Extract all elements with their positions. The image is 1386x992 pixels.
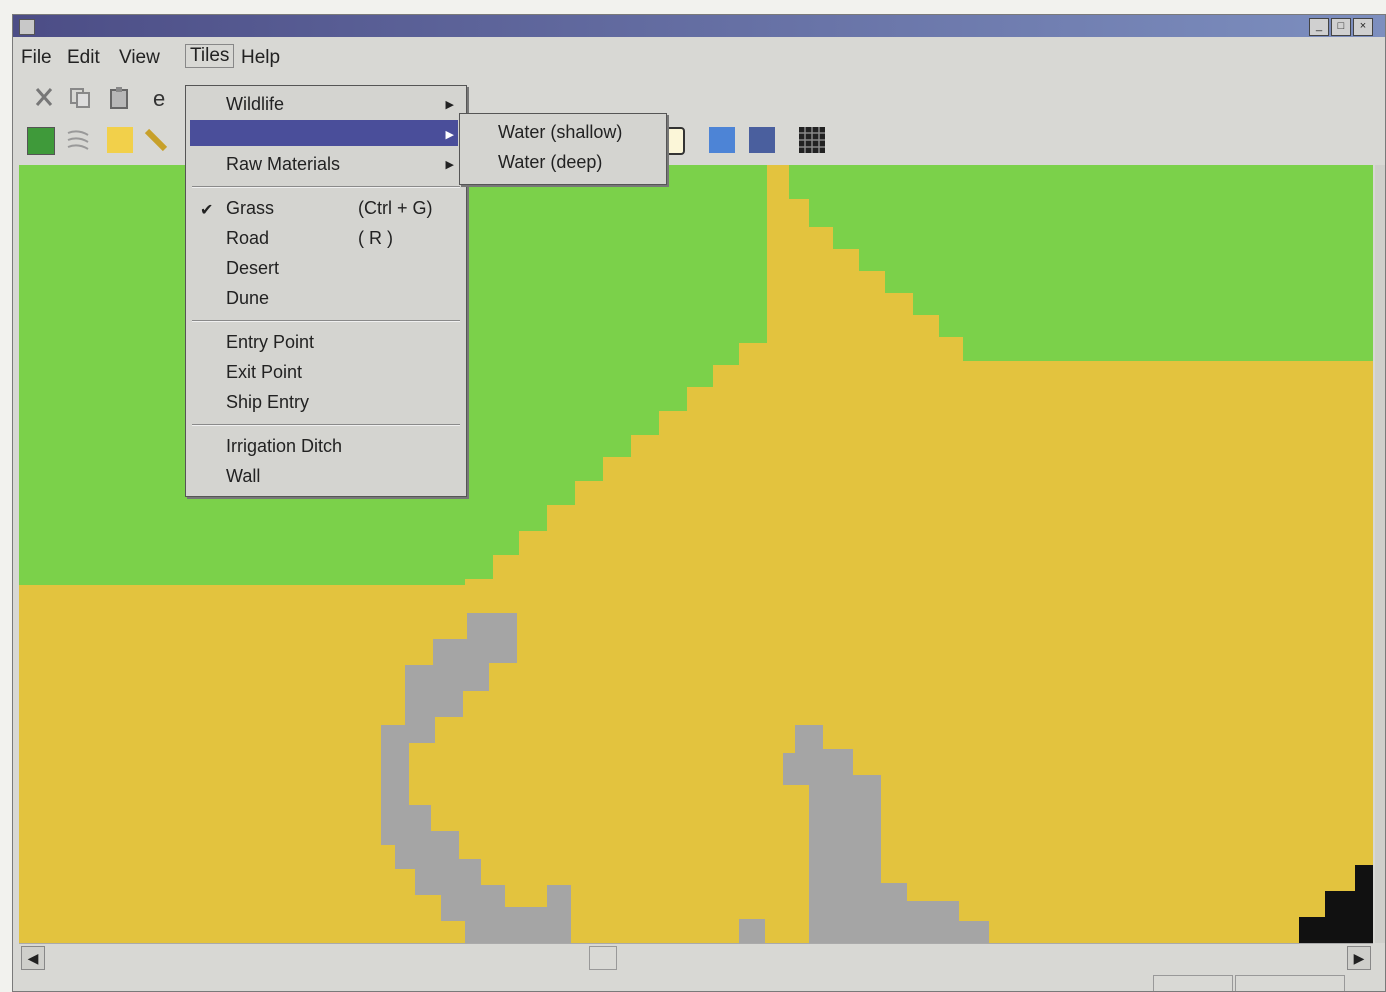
print-icon[interactable]: e — [149, 85, 175, 111]
copy-icon[interactable] — [67, 85, 93, 111]
scroll-thumb[interactable] — [589, 946, 617, 970]
menu-help[interactable]: Help — [241, 47, 280, 69]
menu-item-exit-point[interactable]: Exit Point — [226, 362, 302, 383]
menu-item-entry-point[interactable]: Entry Point — [226, 332, 314, 353]
svg-text:e: e — [153, 86, 165, 111]
status-tile — [1235, 975, 1345, 991]
wall-tile-icon[interactable] — [799, 127, 825, 153]
status-layer — [1153, 975, 1233, 991]
maximize-icon[interactable]: □ — [1331, 18, 1351, 36]
menu-item-raw-materials[interactable]: Raw Materials — [226, 154, 340, 175]
menu-separator — [192, 424, 460, 426]
vertical-scrollbar[interactable] — [1375, 165, 1385, 943]
paste-icon[interactable] — [107, 85, 133, 111]
app-icon — [19, 19, 35, 35]
scroll-left-icon[interactable]: ◀ — [21, 946, 45, 970]
menu-view[interactable]: View — [119, 47, 160, 69]
submenu-arrow-icon: ▶ — [445, 99, 454, 111]
editor-window: _ □ × File Edit View Tiles Help e ◀ ▶ Wi… — [12, 14, 1386, 992]
deep-water-tile-icon[interactable] — [749, 127, 775, 153]
rock-tile — [739, 919, 765, 943]
pencil-icon[interactable] — [143, 127, 169, 153]
menu-tiles[interactable]: Tiles — [185, 44, 235, 68]
menu-item-ship-entry[interactable]: Ship Entry — [226, 392, 309, 413]
shallow-water-tile-icon[interactable] — [709, 127, 735, 153]
submenu-arrow-icon: ▶ — [445, 159, 454, 171]
menu-item-irrigation-ditch[interactable]: Irrigation Ditch — [226, 436, 342, 457]
menu-item-road[interactable]: Road — [226, 228, 269, 249]
check-icon: ✔ — [200, 202, 214, 219]
menu-separator — [192, 320, 460, 322]
menu-item-dune[interactable]: Dune — [226, 288, 269, 309]
tiles-dropdown-menu: Wildlife ▶ ▶ Raw Materials ▶ ✔ Grass (Ct… — [185, 85, 467, 497]
menu-item-water-shallow[interactable]: Water (shallow) — [498, 122, 622, 143]
menu-edit[interactable]: Edit — [67, 47, 100, 69]
road-tile-icon[interactable] — [65, 127, 91, 153]
status-bar — [13, 973, 1385, 991]
shortcut-road: ( R ) — [358, 228, 393, 248]
menu-item-wall[interactable]: Wall — [226, 466, 260, 487]
cut-icon[interactable] — [31, 85, 57, 111]
grass-tile-icon[interactable] — [27, 127, 55, 155]
submenu-arrow-icon: ▶ — [445, 129, 454, 141]
horizontal-scrollbar[interactable]: ◀ ▶ — [19, 943, 1373, 970]
menu-item-water-deep[interactable]: Water (deep) — [498, 152, 602, 173]
menu-item-desert[interactable]: Desert — [226, 258, 279, 279]
menu-item-wildlife[interactable]: Wildlife — [226, 94, 284, 115]
shortcut-grass: (Ctrl + G) — [358, 198, 433, 218]
water-submenu: Water (shallow) Water (deep) — [459, 113, 667, 185]
desert-tile-icon[interactable] — [107, 127, 133, 153]
title-bar: _ □ × — [13, 15, 1385, 37]
close-icon[interactable]: × — [1353, 18, 1373, 36]
minimize-icon[interactable]: _ — [1309, 18, 1329, 36]
menu-file[interactable]: File — [21, 47, 52, 69]
menu-item-water-highlight — [190, 120, 458, 146]
menu-bar: File Edit View Tiles Help — [13, 39, 1385, 73]
menu-item-grass[interactable]: Grass — [226, 198, 274, 219]
menu-separator — [192, 186, 460, 188]
scroll-right-icon[interactable]: ▶ — [1347, 946, 1371, 970]
